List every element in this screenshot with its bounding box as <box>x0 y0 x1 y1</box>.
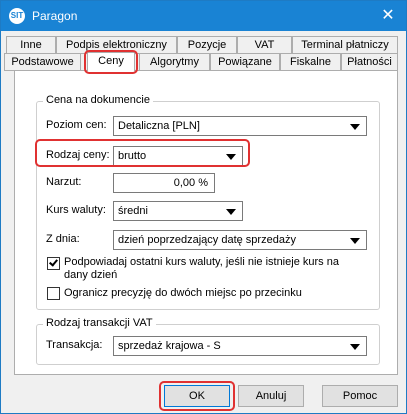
app-logo-icon: SIT <box>9 8 25 24</box>
window-title: Paragon <box>32 9 78 23</box>
tab-pozycje[interactable]: Pozycje <box>177 36 237 54</box>
podpowiadaj-label-line2: dany dzień <box>64 269 118 281</box>
narzut-label: Narzut: <box>46 176 82 188</box>
kurs-waluty-label: Kurs waluty: <box>46 204 106 216</box>
price-group-title: Cena na dokumencie <box>43 94 153 106</box>
rodzaj-ceny-value: brutto <box>118 150 147 162</box>
rodzaj-ceny-label: Rodzaj ceny: <box>46 149 110 161</box>
transakcja-value: sprzedaż krajowa - S <box>118 340 221 352</box>
transakcja-select[interactable]: sprzedaż krajowa - S <box>113 336 367 356</box>
tab-fiskalne[interactable]: Fiskalne <box>280 53 341 71</box>
chevron-down-icon <box>350 124 360 130</box>
tab-powiazane[interactable]: Powiązane <box>210 53 280 71</box>
tab-vat[interactable]: VAT <box>237 36 292 54</box>
kurs-waluty-select[interactable]: średni <box>113 201 243 221</box>
tab-platnosci[interactable]: Płatności <box>341 53 398 71</box>
kurs-waluty-value: średni <box>118 205 148 217</box>
transakcja-label: Transakcja: <box>46 339 103 351</box>
z-dnia-select[interactable]: dzień poprzedzający datę sprzedaży <box>113 230 367 250</box>
chevron-down-icon <box>350 344 360 350</box>
podpowiadaj-label-line1: Podpowiadaj ostatni kurs waluty, jeśli n… <box>64 256 339 268</box>
podpowiadaj-checkbox[interactable] <box>47 257 60 270</box>
vat-group-title: Rodzaj transakcji VAT <box>43 317 156 329</box>
narzut-field[interactable]: 0,00 % <box>113 173 215 193</box>
chevron-down-icon <box>226 154 236 160</box>
checkmark-icon <box>49 257 58 267</box>
tab-podstawowe[interactable]: Podstawowe <box>4 53 81 71</box>
z-dnia-label: Z dnia: <box>46 233 80 245</box>
tab-inne[interactable]: Inne <box>6 36 56 54</box>
tab-ceny[interactable]: Ceny <box>87 52 135 72</box>
rodzaj-ceny-select[interactable]: brutto <box>113 146 243 166</box>
poziom-cen-value: Detaliczna [PLN] <box>118 120 200 132</box>
ceny-tab-panel: Cena na dokumencie Poziom cen: Detaliczn… <box>14 70 398 375</box>
z-dnia-value: dzień poprzedzający datę sprzedaży <box>118 234 296 246</box>
help-button[interactable]: Pomoc <box>322 385 398 407</box>
tab-algorytmy[interactable]: Algorytmy <box>139 53 210 71</box>
ogranicz-checkbox[interactable] <box>47 287 60 300</box>
close-icon[interactable]: ✕ <box>370 1 406 31</box>
ok-button[interactable]: OK <box>164 385 230 407</box>
ogranicz-label: Ogranicz precyzję do dwóch miejsc po prz… <box>64 287 302 299</box>
poziom-cen-select[interactable]: Detaliczna [PLN] <box>113 116 367 136</box>
chevron-down-icon <box>226 209 236 215</box>
cancel-button[interactable]: Anuluj <box>238 385 304 407</box>
dialog-window: SIT Paragon ✕ Inne Podpis elektroniczny … <box>0 0 407 414</box>
tab-terminal-platniczy[interactable]: Terminal płatniczy <box>292 36 398 54</box>
poziom-cen-label: Poziom cen: <box>46 119 107 131</box>
title-bar[interactable]: SIT Paragon ✕ <box>1 1 406 31</box>
chevron-down-icon <box>350 238 360 244</box>
